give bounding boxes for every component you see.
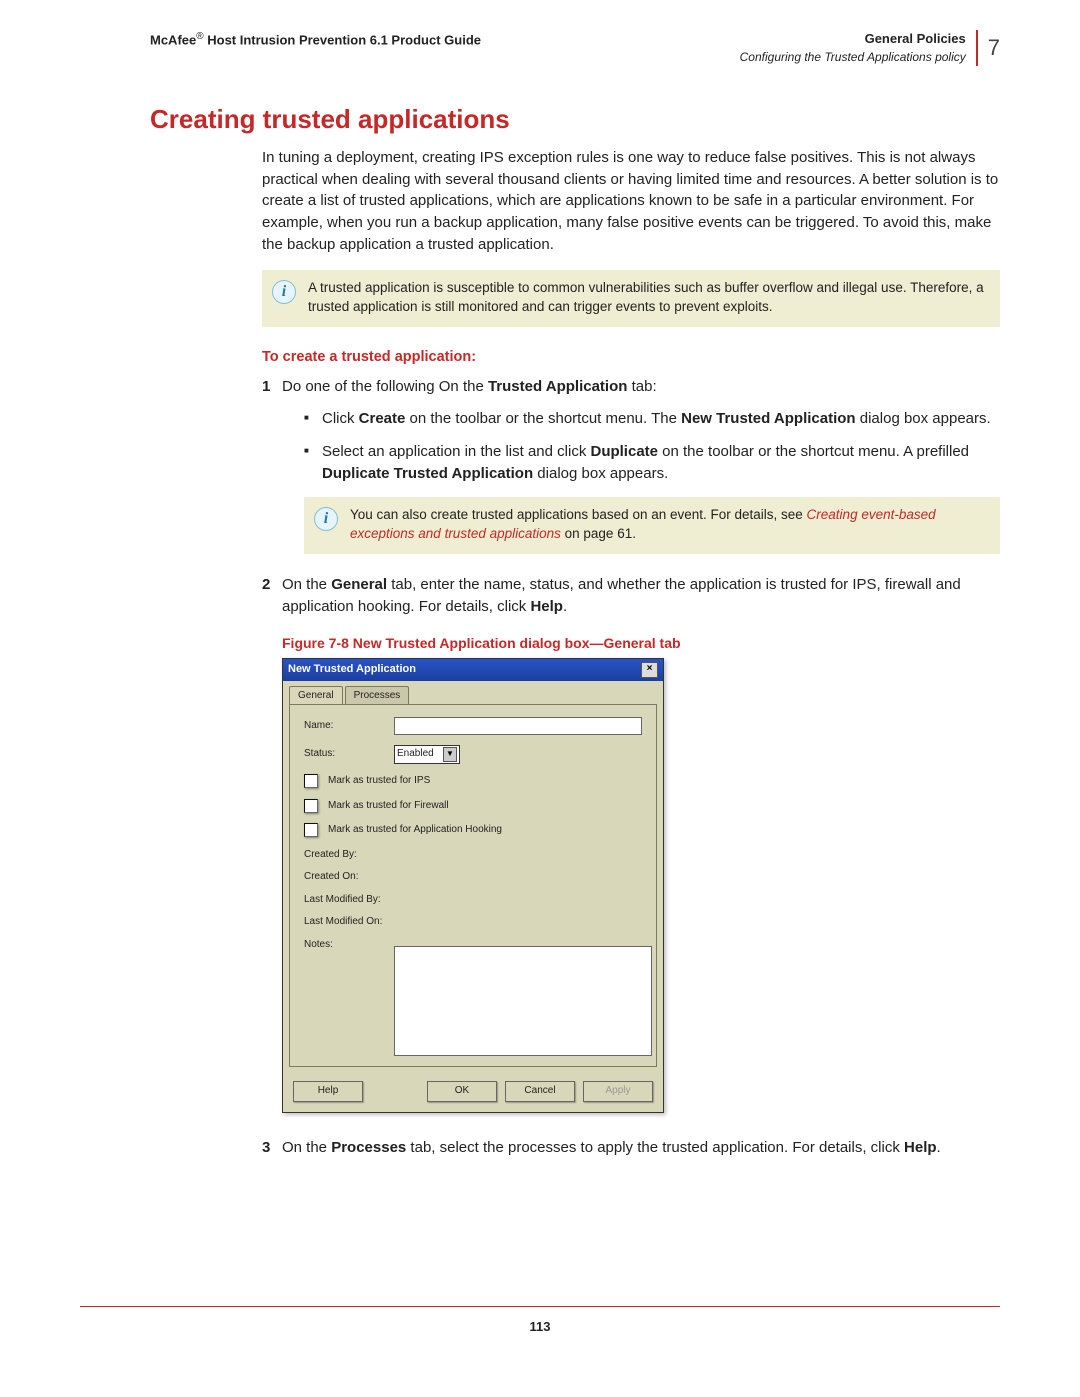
procedure-heading: To create a trusted application:: [262, 347, 1000, 368]
header-section: General Policies: [740, 30, 966, 49]
label-status: Status:: [304, 747, 394, 762]
header-subsection: Configuring the Trusted Applications pol…: [740, 49, 966, 66]
step1-text-b: tab:: [627, 378, 656, 395]
dialog-title: New Trusted Application: [288, 662, 416, 678]
step-3: 3 On the Processes tab, select the proce…: [262, 1137, 1000, 1159]
step-1: 1 Do one of the following On the Trusted…: [262, 376, 1000, 554]
step1-bullets: Click Create on the toolbar or the short…: [304, 408, 1000, 485]
note-box-1: i A trusted application is susceptible t…: [262, 270, 1000, 327]
step1-bullet-1: Click Create on the toolbar or the short…: [304, 408, 1000, 430]
body-column: In tuning a deployment, creating IPS exc…: [262, 147, 1000, 1159]
tab-general[interactable]: General: [289, 686, 343, 706]
header-right-wrap: General Policies Configuring the Trusted…: [740, 30, 1000, 66]
page-header: McAfee® Host Intrusion Prevention 6.1 Pr…: [150, 30, 1000, 66]
info-icon: i: [272, 280, 296, 302]
header-right: General Policies Configuring the Trusted…: [740, 30, 966, 66]
page: McAfee® Host Intrusion Prevention 6.1 Pr…: [0, 0, 1080, 1397]
close-icon[interactable]: ×: [641, 662, 658, 678]
step1-bold-a: Trusted Application: [488, 378, 627, 395]
chapter-number: 7: [988, 30, 1000, 66]
help-button[interactable]: Help: [293, 1081, 363, 1102]
chevron-down-icon: ▼: [443, 747, 457, 762]
figure-caption: Figure 7-8 New Trusted Application dialo…: [282, 633, 1000, 653]
registered-icon: ®: [196, 31, 203, 42]
info-icon: i: [314, 507, 338, 529]
label-ips: Mark as trusted for IPS: [328, 774, 430, 789]
step-2: 2 On the General tab, enter the name, st…: [262, 574, 1000, 1113]
label-modified-on: Last Modified On:: [304, 915, 642, 930]
label-modified-by: Last Modified By:: [304, 893, 642, 908]
note-text-2: You can also create trusted applications…: [350, 505, 988, 544]
tab-processes[interactable]: Processes: [345, 686, 410, 706]
header-left: McAfee® Host Intrusion Prevention 6.1 Pr…: [150, 30, 481, 50]
label-created-by: Created By:: [304, 848, 642, 863]
footer-rule: [80, 1306, 1000, 1307]
checkbox-ips[interactable]: [304, 774, 318, 788]
apply-button[interactable]: Apply: [583, 1081, 653, 1102]
intro-paragraph: In tuning a deployment, creating IPS exc…: [262, 147, 1000, 256]
label-app-hooking: Mark as trusted for Application Hooking: [328, 823, 502, 838]
dialog-tabs: General Processes: [289, 686, 657, 706]
step1-bullet-2: Select an application in the list and cl…: [304, 441, 1000, 485]
ok-button[interactable]: OK: [427, 1081, 497, 1102]
notes-textarea[interactable]: [394, 946, 652, 1056]
brand: McAfee: [150, 32, 196, 47]
label-name: Name:: [304, 719, 394, 734]
note-box-2: i You can also create trusted applicatio…: [304, 497, 1000, 554]
page-number: 113: [0, 1318, 1080, 1337]
checkbox-app-hooking[interactable]: [304, 823, 318, 837]
header-separator: [976, 30, 978, 66]
label-firewall: Mark as trusted for Firewall: [328, 799, 449, 814]
label-created-on: Created On:: [304, 870, 642, 885]
dialog-new-trusted-application: New Trusted Application × General Proces…: [282, 658, 664, 1113]
guide-title: Host Intrusion Prevention 6.1 Product Gu…: [204, 32, 481, 47]
checkbox-firewall[interactable]: [304, 799, 318, 813]
cancel-button[interactable]: Cancel: [505, 1081, 575, 1102]
section-title: Creating trusted applications: [150, 101, 1000, 139]
dialog-titlebar: New Trusted Application ×: [283, 659, 663, 681]
procedure-list: 1 Do one of the following On the Trusted…: [262, 376, 1000, 1159]
status-select[interactable]: Enabled ▼: [394, 745, 460, 764]
name-input[interactable]: [394, 717, 642, 735]
note-text-1: A trusted application is susceptible to …: [308, 278, 988, 317]
dialog-panel: Name: Status: Enabled ▼: [289, 704, 657, 1067]
step1-text-a: Do one of the following On the: [282, 378, 488, 395]
